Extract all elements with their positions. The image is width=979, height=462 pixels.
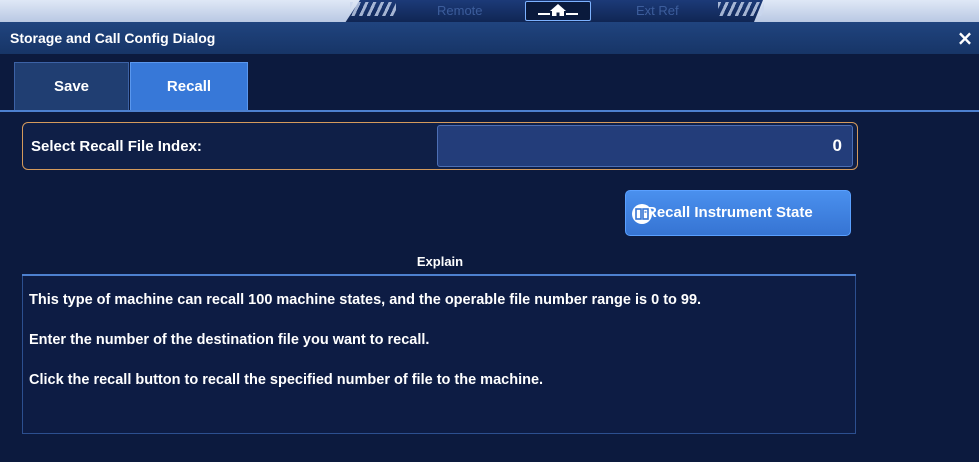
status-bar-right-edge xyxy=(754,0,979,22)
recall-instrument-state-button[interactable]: Recall Instrument State xyxy=(625,190,851,236)
tab-recall[interactable]: Recall xyxy=(130,62,248,110)
recall-index-input[interactable]: 0 xyxy=(437,125,853,167)
recall-index-row: Select Recall File Index: 0 xyxy=(22,122,858,170)
recall-button-label: Recall Instrument State xyxy=(646,204,813,221)
tab-save[interactable]: Save xyxy=(14,62,129,110)
explain-paragraph: This type of machine can recall 100 mach… xyxy=(29,292,702,308)
status-bar-left-edge xyxy=(0,0,360,22)
close-icon[interactable]: × xyxy=(955,26,975,50)
home-icon xyxy=(538,2,578,21)
explain-paragraph: Click the recall button to recall the sp… xyxy=(29,372,544,388)
instrument-status-bar: Remote Ext Ref xyxy=(0,0,979,22)
status-bar-stripes-left xyxy=(350,2,396,16)
explain-heading: Explain xyxy=(416,254,464,269)
status-bar-stripes-right xyxy=(718,2,764,16)
home-button[interactable] xyxy=(525,1,591,21)
ext-ref-indicator: Ext Ref xyxy=(636,3,679,18)
recall-index-label: Select Recall File Index: xyxy=(31,138,202,155)
dialog-title: Storage and Call Config Dialog xyxy=(10,30,216,46)
dialog-title-bar: Storage and Call Config Dialog × xyxy=(0,22,979,54)
explain-paragraph: Enter the number of the destination file… xyxy=(29,332,430,348)
recall-icon xyxy=(632,204,652,224)
remote-indicator: Remote xyxy=(437,3,483,18)
explain-text-box: This type of machine can recall 100 mach… xyxy=(22,276,856,434)
tab-bar: Save Recall xyxy=(0,54,979,112)
